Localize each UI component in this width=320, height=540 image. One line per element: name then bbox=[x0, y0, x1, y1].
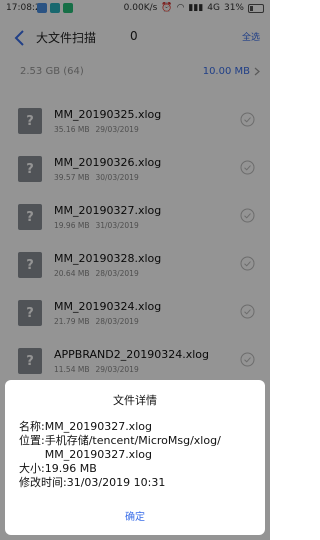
detail-name-row: 名称: MM_20190327.xlog bbox=[19, 420, 255, 434]
detail-size-value: 19.96 MB bbox=[44, 462, 97, 475]
dialog-title: 文件详情 bbox=[113, 394, 157, 407]
detail-modified-value: 31/03/2019 10:31 bbox=[66, 476, 166, 489]
detail-name-value: MM_20190327.xlog bbox=[44, 420, 152, 433]
detail-size-row: 大小: 19.96 MB bbox=[19, 462, 255, 476]
detail-location-row: 位置: 手机存储/tencent/MicroMsg/xlog/ MM_20190… bbox=[19, 434, 255, 462]
detail-modified-row: 修改时间: 31/03/2019 10:31 bbox=[19, 476, 255, 490]
file-details-dialog: 文件详情 名称: MM_20190327.xlog 位置: 手机存储/tence… bbox=[5, 380, 265, 535]
detail-modified-label: 修改时间: bbox=[19, 476, 67, 489]
detail-size-label: 大小: bbox=[19, 462, 45, 475]
detail-location-label: 位置: bbox=[19, 434, 45, 447]
detail-location-value: 手机存储/tencent/MicroMsg/xlog/ MM_20190327.… bbox=[44, 434, 221, 461]
confirm-button[interactable]: 确定 bbox=[5, 508, 265, 523]
dialog-body: 名称: MM_20190327.xlog 位置: 手机存储/tencent/Mi… bbox=[19, 420, 255, 490]
detail-name-label: 名称: bbox=[19, 420, 45, 433]
